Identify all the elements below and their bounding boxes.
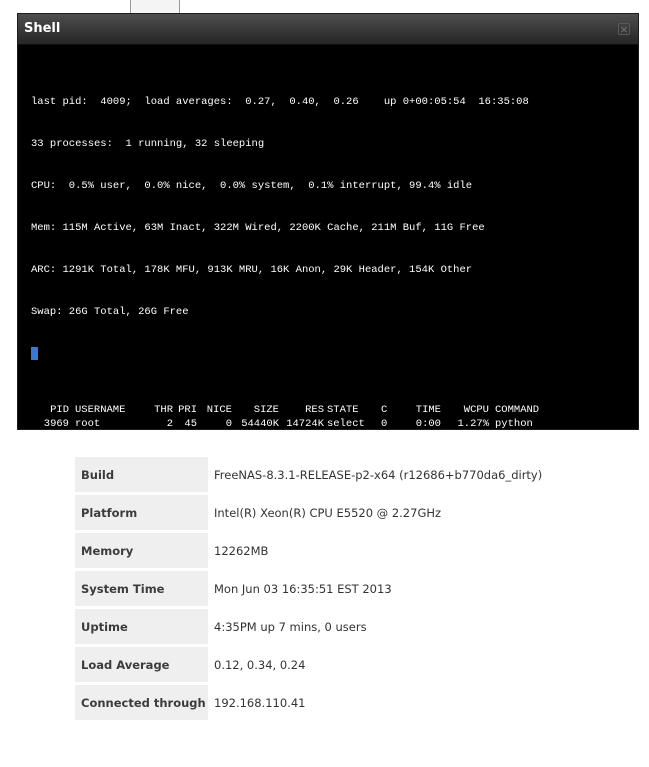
process-table-header: PID USERNAME THR PRI NICE SIZE RES STATE… [31, 403, 558, 417]
process-cell: 0 [225, 418, 232, 430]
process-cell: 3121 [43, 530, 69, 542]
process-cell: 0:00 [415, 432, 441, 444]
process-cell: 3770 [43, 502, 69, 514]
info-value: Intel(R) Xeon(R) CPU E5520 @ 2.27GHz [214, 505, 442, 520]
process-cell: python [495, 418, 533, 430]
info-label: Uptime [75, 609, 208, 644]
process-cell: CPU2 [327, 432, 353, 444]
info-label: Load Average [75, 647, 208, 682]
process-cell: 9240K [247, 432, 279, 444]
column-header: THR [154, 404, 173, 416]
process-cell: 3353 [43, 628, 69, 640]
process-cell: root [75, 418, 101, 430]
info-row: Connected through 192.168.110.41 [75, 685, 564, 720]
process-cell: 3776 [43, 474, 69, 486]
process-cell: 2361 [43, 614, 69, 626]
info-label: System Time [75, 571, 208, 606]
process-cell: 2376 [43, 544, 69, 556]
process-cell: 2 [381, 432, 388, 444]
process-row: 3977 root 1 44 0 9240K 2364K CPU2 2 0:00 0.49% top [31, 431, 558, 445]
column-header: PRI [178, 404, 197, 416]
process-cell: 3124 [43, 558, 69, 570]
process-cell: select [327, 418, 365, 430]
terminal-line: Mem: 115M Active, 63M Inact, 322M Wired,… [31, 222, 485, 234]
terminal-line: 33 processes: 1 running, 32 sleeping [31, 138, 265, 150]
info-label: Build [75, 457, 208, 492]
info-label: Connected through [75, 685, 208, 720]
system-info-table: Build FreeNAS-8.3.1-RELEASE-p2-x64 (r1268… [75, 454, 564, 723]
info-value: 192.168.110.41 [214, 695, 306, 710]
process-cell: 2364K [292, 432, 324, 444]
info-row: System Time Mon Jun 03 16:35:51 EST 2013 [75, 571, 564, 606]
shell-titlebar[interactable]: Shell × [18, 14, 638, 45]
process-cell: 3969 [43, 418, 69, 430]
column-header: PID [50, 404, 69, 416]
process-cell: 2 [166, 418, 173, 430]
info-row: Load Average 0.12, 0.34, 0.24 [75, 647, 564, 682]
process-cell: 3168 [43, 460, 69, 472]
info-label: Memory [75, 533, 208, 568]
column-header: SIZE [253, 404, 279, 416]
process-cell: 54440K [241, 418, 279, 430]
process-cell: 3977 [43, 432, 69, 444]
process-cell: top [495, 432, 514, 444]
terminal-cursor-line [31, 347, 634, 361]
info-value: 4:35PM up 7 mins, 0 users [214, 619, 367, 634]
column-header: COMMAND [495, 404, 540, 416]
terminal-line: Swap: 26G Total, 26G Free [31, 306, 189, 318]
process-cell: 0.49% [457, 432, 489, 444]
process-cell: 3237 [43, 488, 69, 500]
column-header: C [381, 404, 388, 416]
process-cell: 1.27% [457, 418, 489, 430]
column-header: RES [305, 404, 324, 416]
terminal-line: ARC: 1291K Total, 178K MFU, 913K MRU, 16… [31, 264, 473, 276]
info-row: Build FreeNAS-8.3.1-RELEASE-p2-x64 (r1268… [75, 457, 564, 492]
process-cell: 2304 [43, 586, 69, 598]
info-label: Platform [75, 495, 208, 530]
process-cell: 3306 [43, 516, 69, 528]
shell-window[interactable]: Shell × last pid: 4009; load averages: 0… [17, 13, 639, 640]
process-cell: 1 [166, 432, 173, 444]
close-icon[interactable]: × [618, 23, 630, 36]
info-value: FreeNAS-8.3.1-RELEASE-p2-x64 (r12686+b77… [214, 467, 543, 482]
process-cell: 2823 [43, 600, 69, 612]
info-row: Memory 12262MB [75, 533, 564, 568]
process-cell: 0 [225, 432, 232, 444]
process-row: 3969 root 2 45 0 54440K 14724K select 0 0:00 1.27%… [31, 417, 558, 431]
column-header: NICE [206, 404, 232, 416]
shell-title: Shell [24, 21, 61, 36]
process-cell: 45 [184, 418, 197, 430]
process-cell: 0 [381, 418, 388, 430]
process-cell: 3270 [43, 572, 69, 584]
column-header: TIME [415, 404, 441, 416]
info-value: Mon Jun 03 16:35:51 EST 2013 [214, 581, 392, 596]
terminal-cursor [31, 347, 38, 360]
info-value: 12262MB [214, 543, 269, 558]
column-header: WCPU [463, 404, 489, 416]
terminal-line: last pid: 4009; load averages: 0.27, 0.4… [31, 96, 529, 108]
process-cell: root [75, 432, 101, 444]
process-cell: 0:00 [415, 418, 441, 430]
info-row: Platform Intel(R) Xeon(R) CPU E5520 @ 2.2… [75, 495, 564, 530]
info-value: 0.12, 0.34, 0.24 [214, 657, 306, 672]
column-header: STATE [327, 404, 359, 416]
process-cell: 3972 [43, 446, 69, 458]
info-row: Uptime 4:35PM up 7 mins, 0 users [75, 609, 564, 644]
process-cell: 14724K [286, 418, 324, 430]
process-cell: 44 [184, 432, 197, 444]
column-header: USERNAME [75, 404, 126, 416]
terminal-line: CPU: 0.5% user, 0.0% nice, 0.0% system, … [31, 180, 473, 192]
